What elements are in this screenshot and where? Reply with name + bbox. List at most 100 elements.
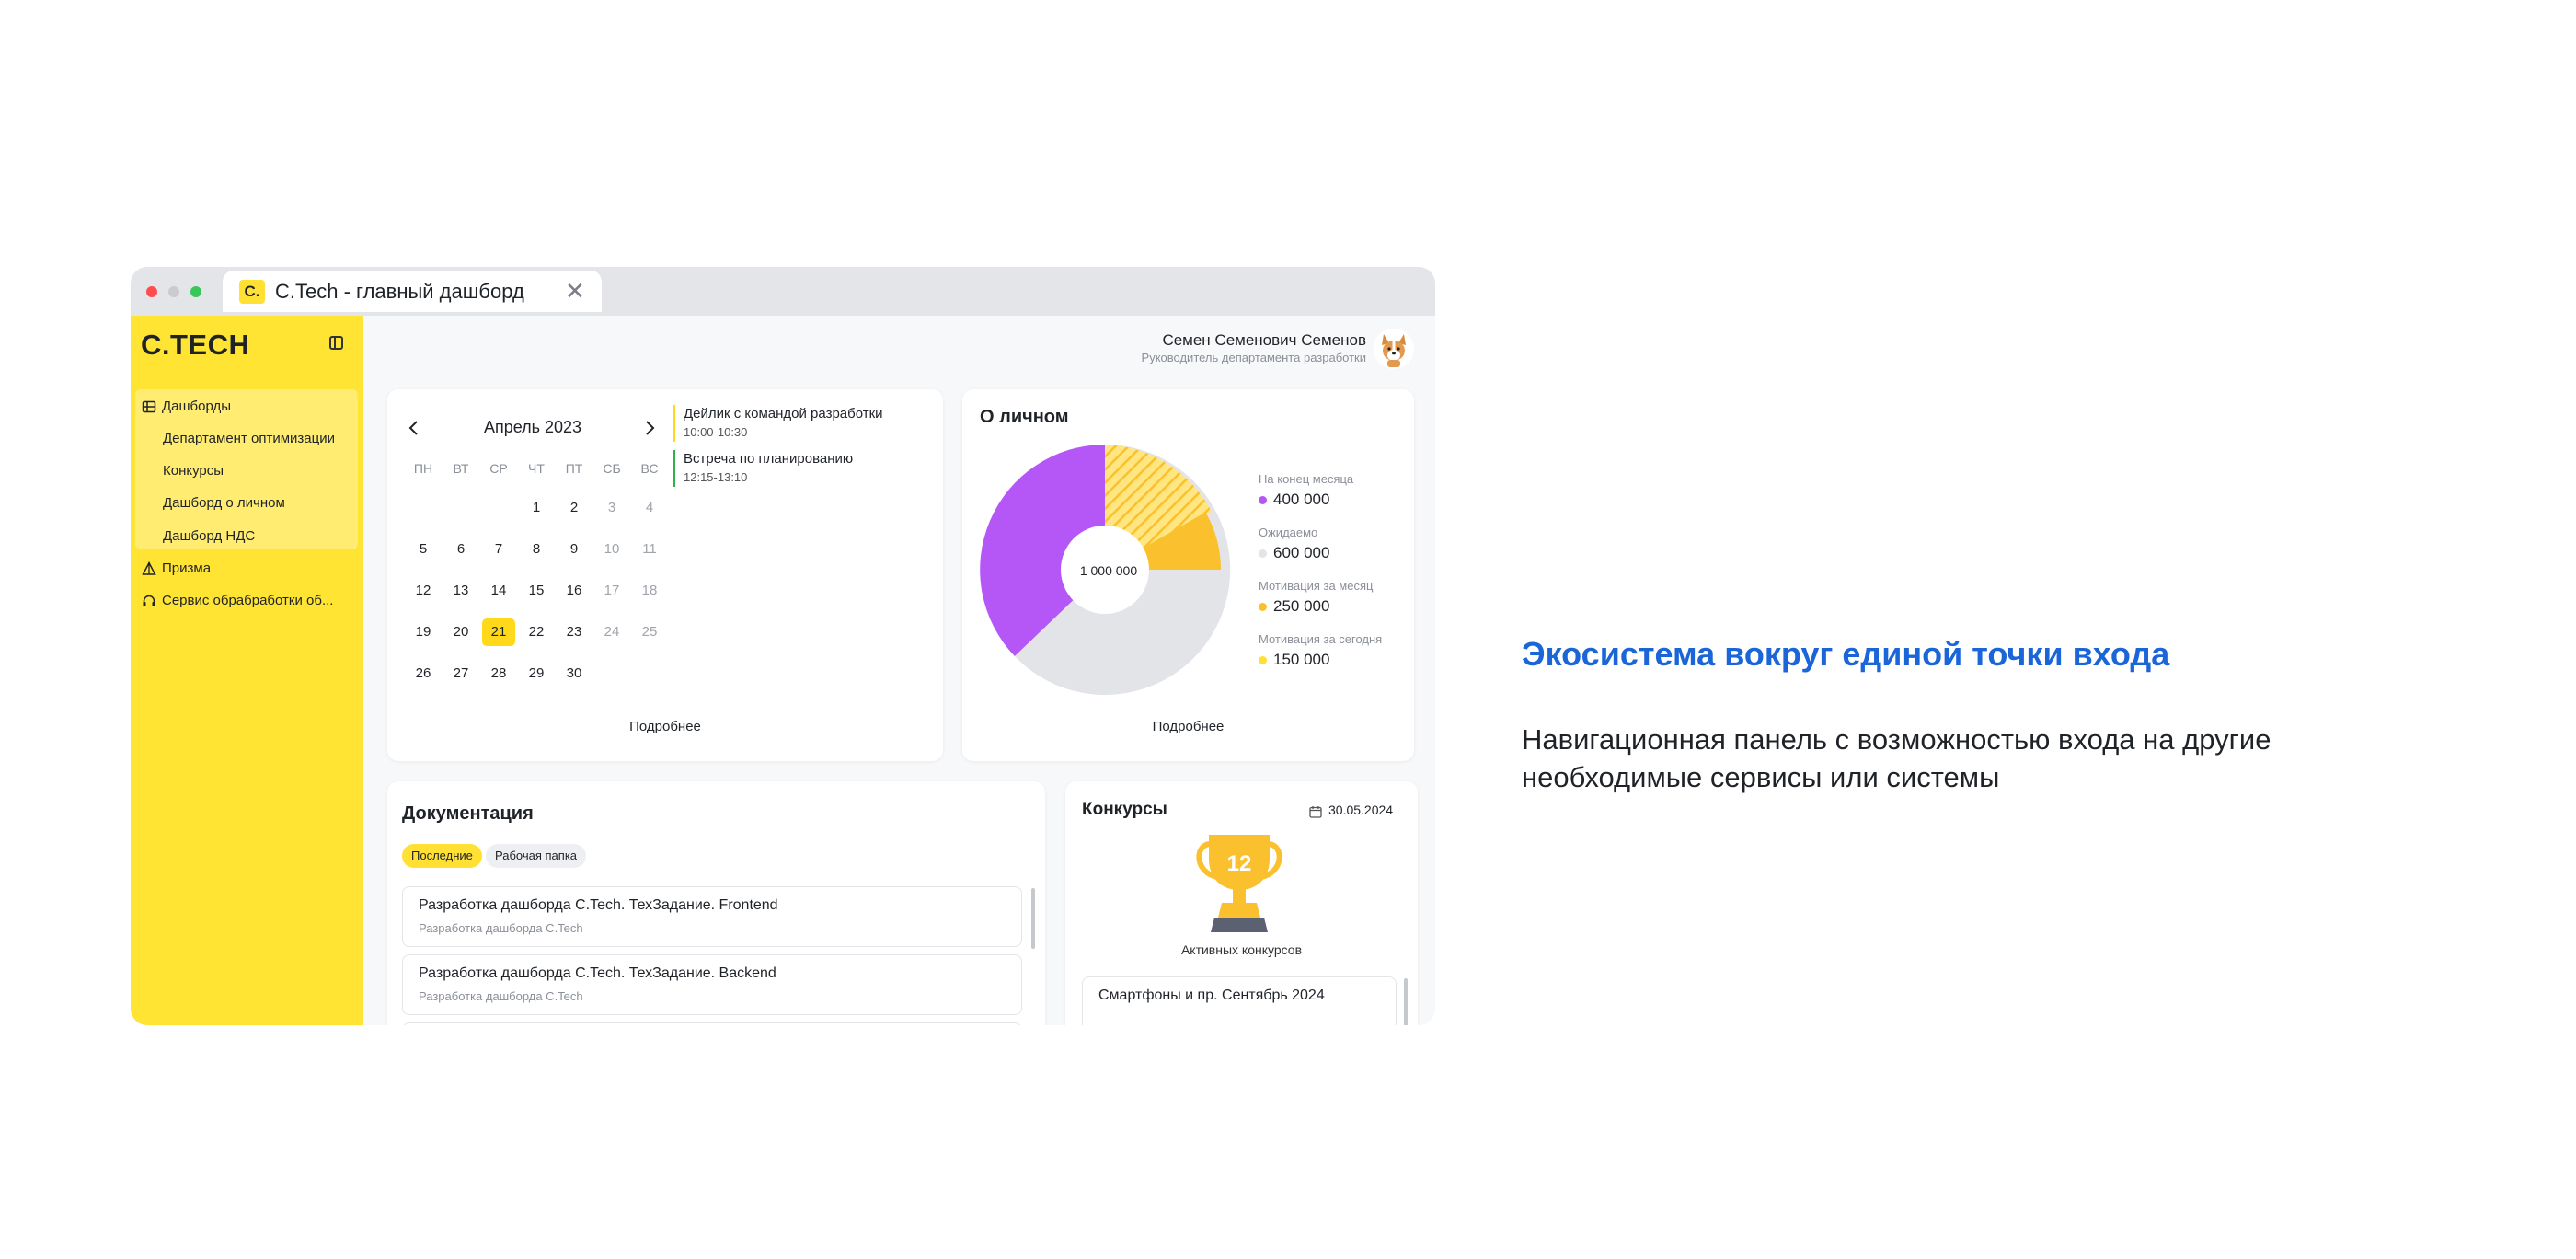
weekday-label: СР: [489, 461, 508, 476]
doc-subtitle: Разработка дашборда C.Tech: [419, 921, 583, 935]
calendar-day[interactable]: 4: [633, 494, 666, 522]
legend-caption: На конец месяца: [1259, 472, 1354, 486]
event-title: Дейлик с командой разработки: [684, 406, 883, 422]
docs-title: Документация: [402, 803, 534, 824]
calendar-day[interactable]: 23: [558, 618, 591, 646]
weekday-label: ЧТ: [528, 461, 545, 476]
weekday-label: ПН: [413, 461, 433, 476]
sidebar-item-vat[interactable]: Дашборд НДС: [163, 527, 255, 546]
legend-caption: Ожидаемо: [1259, 526, 1318, 539]
calendar-day[interactable]: 22: [520, 618, 553, 646]
collapse-sidebar-icon[interactable]: [329, 336, 343, 350]
tab-title: C.Tech - главный дашборд: [275, 280, 524, 303]
calendar-day[interactable]: 1: [520, 494, 553, 522]
weekday-label: СБ: [603, 461, 621, 476]
app-logo[interactable]: C.TECH: [141, 329, 249, 362]
browser-tab[interactable]: C. C.Tech - главный дашборд ✕: [223, 271, 602, 312]
list-item[interactable]: [402, 1022, 1022, 1025]
chevron-right-icon[interactable]: [643, 420, 656, 436]
calendar-event[interactable]: Дейлик с командой разработки 10:00-10:30: [673, 405, 883, 442]
user-name[interactable]: Семен Семенович Семенов: [1162, 331, 1366, 350]
headset-icon: [143, 595, 155, 606]
calendar-month: Апрель 2023: [483, 418, 582, 436]
doc-title: Разработка дашборда C.Tech. ТехЗадание. …: [419, 965, 776, 981]
contests-scrollbar[interactable]: [1404, 978, 1408, 1025]
sidebar-item-personal[interactable]: Дашборд о личном: [163, 494, 285, 513]
calendar-day[interactable]: 27: [444, 660, 477, 687]
list-item[interactable]: Смартфоны и пр. Сентябрь 2024: [1082, 976, 1397, 1025]
weekday-label: ВС: [640, 461, 659, 476]
legend-dot: [1259, 549, 1267, 558]
calendar-day[interactable]: 28: [482, 660, 515, 687]
calendar-day[interactable]: 19: [407, 618, 440, 646]
close-window-dot[interactable]: [146, 286, 157, 297]
contests-count: 12: [1226, 851, 1252, 876]
calendar-day[interactable]: 15: [520, 577, 553, 605]
calendar-more-link[interactable]: Подробнее: [387, 719, 943, 734]
legend-dot: [1259, 603, 1267, 611]
calendar-day[interactable]: 26: [407, 660, 440, 687]
contests-caption: Активных конкурсов: [1180, 942, 1303, 957]
legend-value: 400 000: [1273, 491, 1330, 508]
docs-card: Документация Последние Рабочая папка Раз…: [387, 781, 1045, 1025]
avatar[interactable]: [1374, 329, 1414, 369]
docs-scrollbar[interactable]: [1031, 888, 1035, 949]
calendar-day[interactable]: 11: [633, 536, 666, 563]
contests-date: 30.05.2024: [1328, 803, 1394, 817]
calendar-day[interactable]: 20: [444, 618, 477, 646]
promo-title: Экосистема вокруг единой точки входа: [1522, 635, 2170, 673]
event-time: 12:15-13:10: [684, 470, 748, 484]
calendar-day[interactable]: 14: [482, 577, 515, 605]
legend-dot: [1259, 656, 1267, 664]
contest-title: Смартфоны и пр. Сентябрь 2024: [1098, 988, 1325, 1003]
calendar-day[interactable]: 3: [595, 494, 628, 522]
weekday-label: ПТ: [565, 461, 583, 476]
calendar-day[interactable]: 18: [633, 577, 666, 605]
maximize-window-dot[interactable]: [190, 286, 201, 297]
legend-value: 600 000: [1273, 544, 1330, 561]
grid-icon: [142, 400, 156, 413]
sidebar-item-label: Сервис обрабработки об...: [162, 593, 334, 608]
sidebar-item-contests[interactable]: Конкурсы: [163, 462, 224, 480]
calendar-day[interactable]: 8: [520, 536, 553, 563]
calendar-day[interactable]: 30: [558, 660, 591, 687]
chip-recent[interactable]: Последние: [402, 844, 482, 868]
calendar-day[interactable]: 24: [595, 618, 628, 646]
calendar-day[interactable]: 10: [595, 536, 628, 563]
calendar-day[interactable]: 13: [444, 577, 477, 605]
calendar-day[interactable]: 16: [558, 577, 591, 605]
browser-window: C. C.Tech - главный дашборд ✕ C.TECH Даш…: [131, 267, 1435, 1025]
calendar-day[interactable]: 5: [407, 536, 440, 563]
calendar-card: Апрель 2023 ПН ВТ СР ЧТ ПТ СБ ВС 1 2 3 4 5 6 7 8 9 10 11…: [387, 389, 943, 761]
donut-center-value: 1 000 000: [1079, 563, 1138, 578]
personal-card: О личном 1 000 000 На конец месяца 400 0…: [962, 389, 1414, 761]
list-item[interactable]: Разработка дашборда C.Tech. ТехЗадание. …: [402, 886, 1022, 947]
tab-favicon: C.: [239, 280, 265, 304]
trophy-icon: [1196, 835, 1282, 932]
calendar-day[interactable]: 25: [633, 618, 666, 646]
calendar-day[interactable]: 2: [558, 494, 591, 522]
promo-body: Навигационная панель с возможностью вход…: [1522, 723, 2271, 793]
personal-more-link[interactable]: Подробнее: [962, 719, 1414, 734]
list-item[interactable]: Разработка дашборда C.Tech. ТехЗадание. …: [402, 954, 1022, 1015]
minimize-window-dot[interactable]: [168, 286, 179, 297]
chip-work-folder[interactable]: Рабочая папка: [486, 844, 587, 868]
calendar-day[interactable]: 6: [444, 536, 477, 563]
close-tab-icon[interactable]: ✕: [565, 278, 585, 304]
calendar-day[interactable]: 29: [520, 660, 553, 687]
calendar-day[interactable]: 17: [595, 577, 628, 605]
calendar-day[interactable]: 9: [558, 536, 591, 563]
personal-title: О личном: [980, 407, 1069, 427]
event-time: 10:00-10:30: [684, 425, 748, 439]
calendar-event[interactable]: Встреча по планированию 12:15-13:10: [673, 450, 853, 487]
legend-value: 250 000: [1273, 597, 1330, 615]
legend-value: 150 000: [1273, 651, 1330, 668]
calendar-day[interactable]: 12: [407, 577, 440, 605]
calendar-day[interactable]: 7: [482, 536, 515, 563]
calendar-day-selected[interactable]: 21: [482, 618, 515, 646]
sidebar: C.TECH Дашборды Департамент оптимизации …: [131, 316, 363, 1025]
sidebar-item-label: Призма: [162, 560, 212, 576]
weekday-label: ВТ: [453, 461, 469, 476]
sidebar-item-label: Дашборды: [162, 398, 231, 414]
sidebar-item-optimization[interactable]: Департамент оптимизации: [163, 430, 335, 448]
